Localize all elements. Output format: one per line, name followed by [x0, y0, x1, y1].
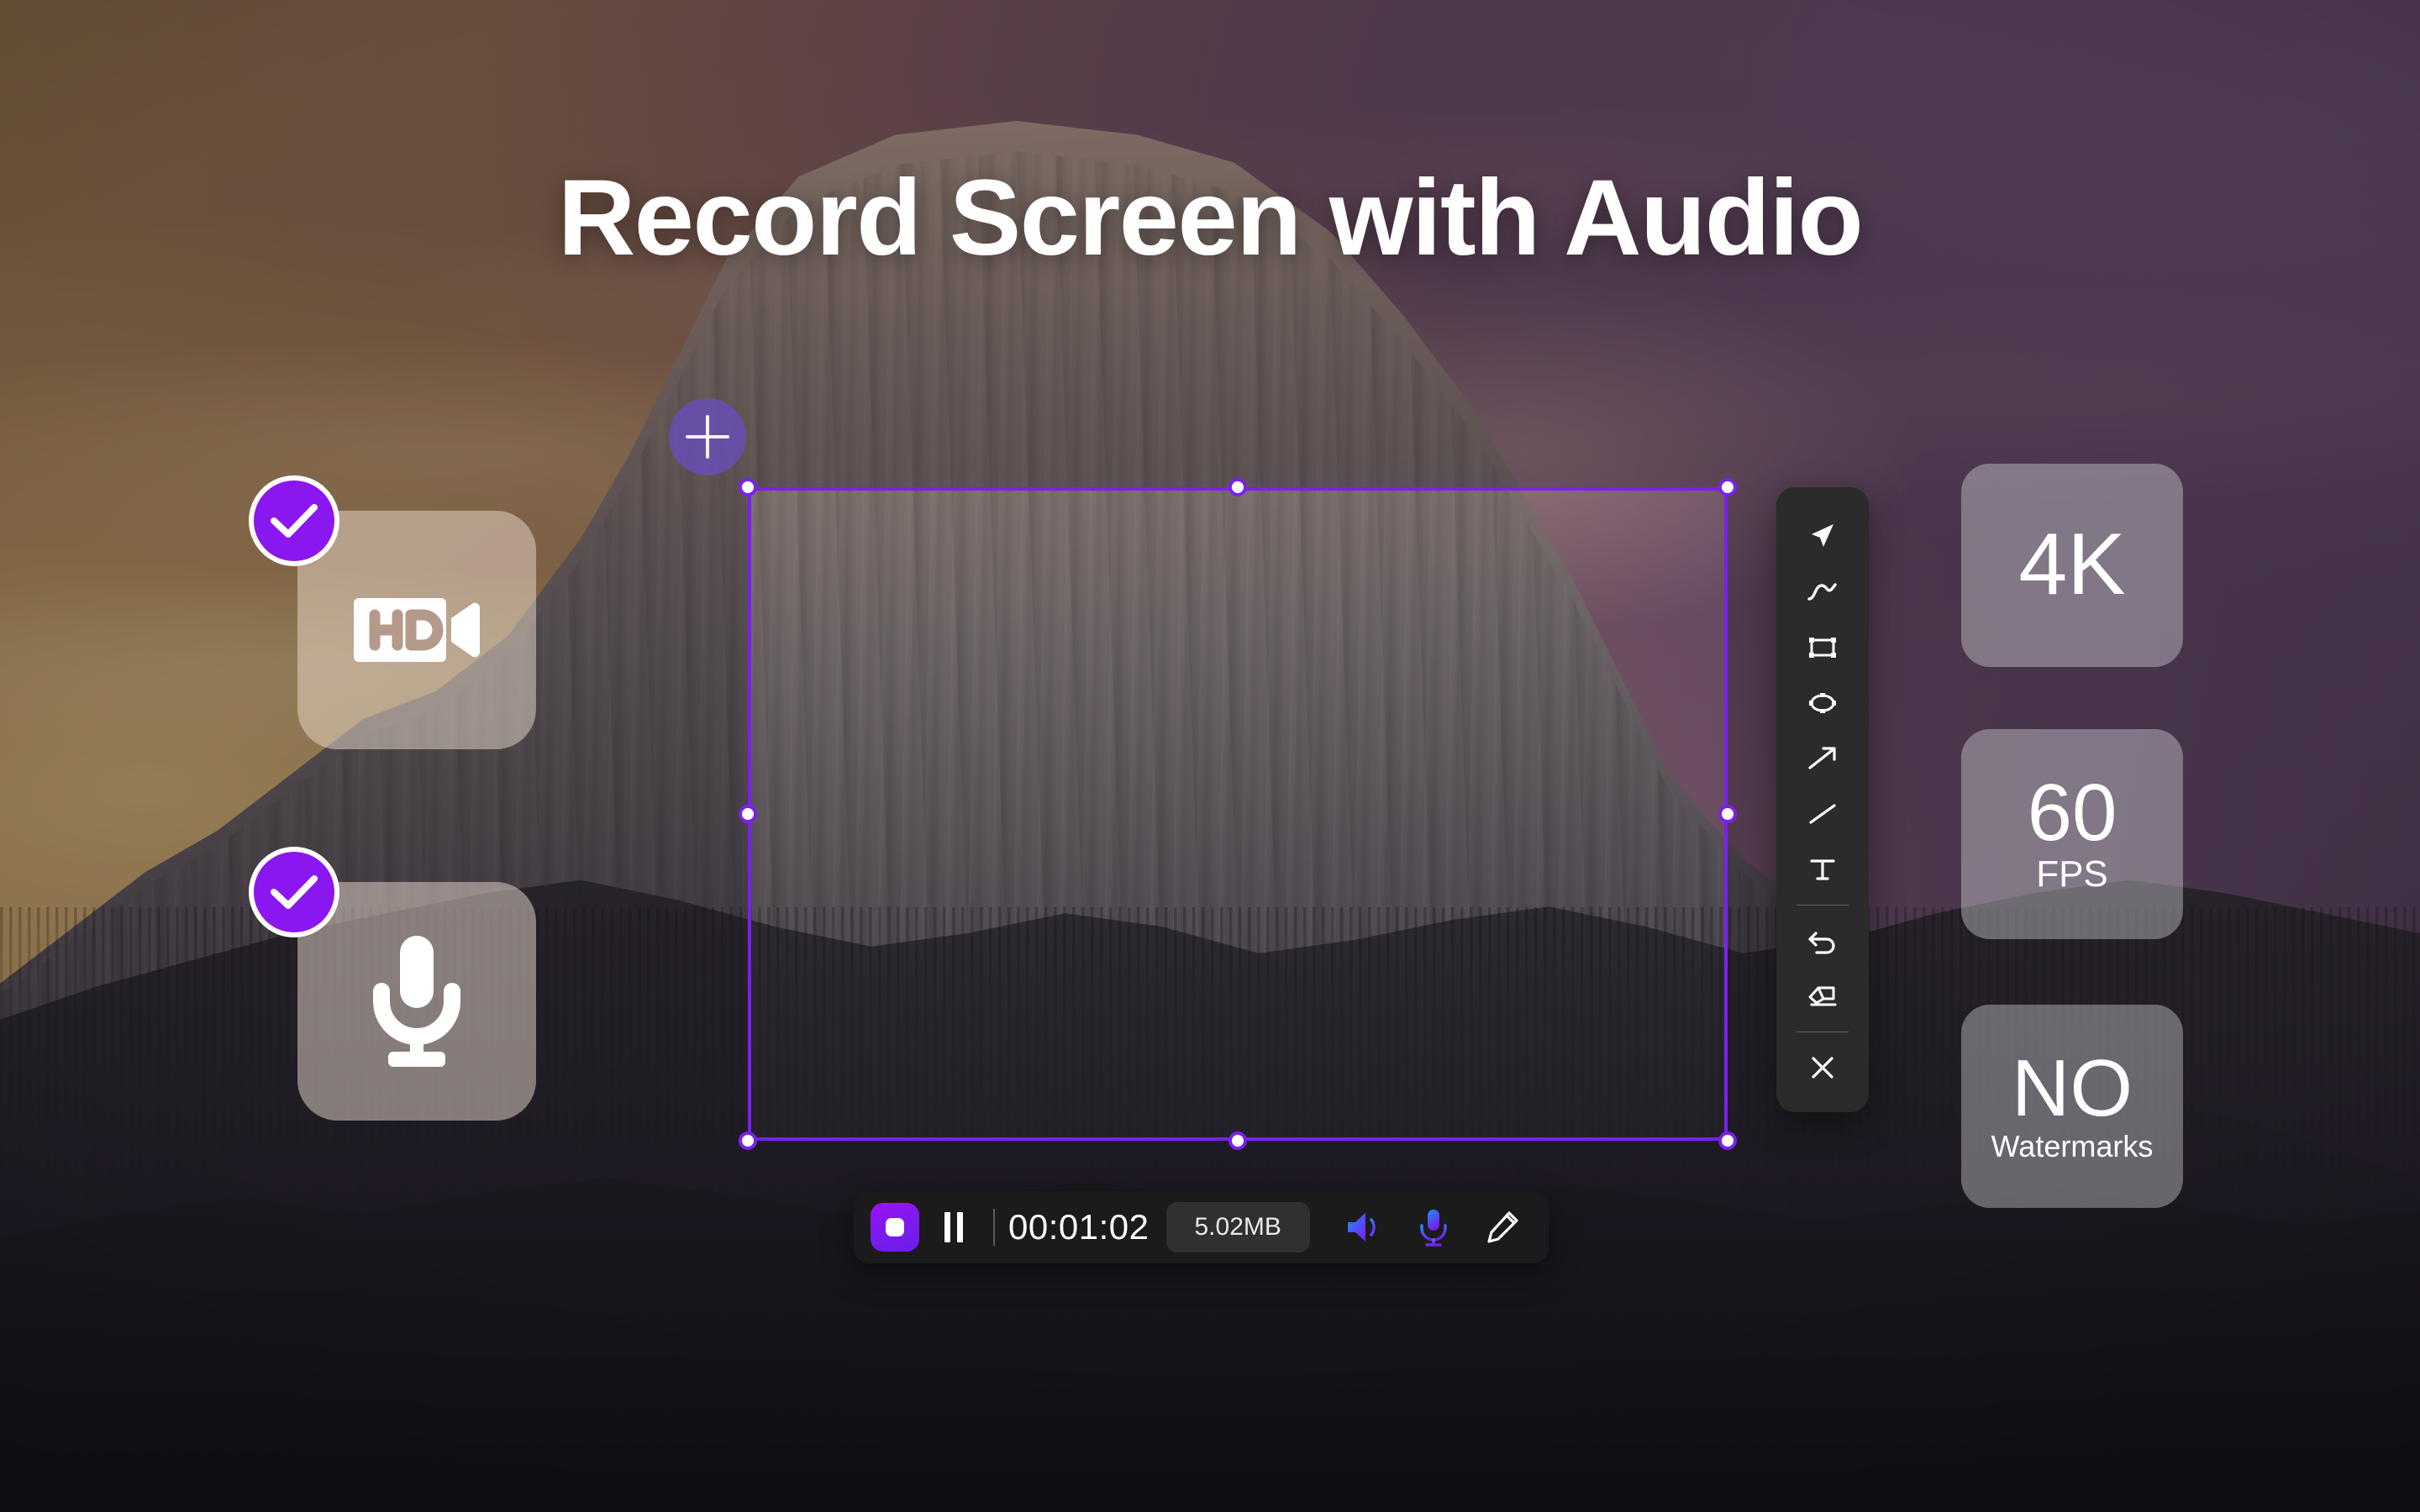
- tool-rectangle[interactable]: [1791, 620, 1854, 675]
- check-icon: [271, 504, 318, 538]
- spec-badge-framerate-value: 60: [2027, 767, 2118, 858]
- spec-badge-resolution-value: 4K: [2018, 516, 2126, 614]
- resize-handle-middle-left[interactable]: [739, 805, 757, 823]
- tool-text[interactable]: [1791, 842, 1854, 897]
- hd-video-camera-icon: [354, 598, 480, 662]
- speaker-volume-icon: [1347, 1213, 1376, 1242]
- feature-card-microphone[interactable]: [297, 882, 536, 1121]
- eraser-icon: [1808, 986, 1837, 1006]
- resize-handle-bottom-right[interactable]: [1718, 1131, 1737, 1150]
- feature-card-hd[interactable]: [297, 511, 536, 749]
- close-icon: [1812, 1057, 1833, 1079]
- microphone-toggle[interactable]: [1409, 1203, 1458, 1252]
- spec-badge-watermark-label: Watermarks: [1991, 1129, 2154, 1164]
- control-bar-divider: [993, 1209, 995, 1246]
- toolbar-close-button[interactable]: [1791, 1040, 1854, 1095]
- screen-recorder-promo-screen: Record Screen with Audio 4K 60 FPS NO Wa…: [0, 0, 2420, 1512]
- resize-handle-top-right[interactable]: [1718, 478, 1737, 496]
- spec-badge-watermark-value: NO: [2012, 1043, 2133, 1134]
- stop-icon: [886, 1218, 904, 1236]
- resize-handle-bottom-left[interactable]: [739, 1131, 757, 1150]
- rectangle-icon: [1809, 638, 1836, 658]
- pause-recording-button[interactable]: [928, 1203, 980, 1252]
- resize-handle-middle-right[interactable]: [1718, 805, 1737, 823]
- ellipse-icon: [1809, 693, 1836, 713]
- spec-badge-framerate-unit: FPS: [2036, 853, 2108, 895]
- resize-handle-top-left[interactable]: [739, 478, 757, 496]
- spec-badge-watermark: NO Watermarks: [1961, 1005, 2183, 1208]
- toolbar-divider-1: [1797, 905, 1849, 906]
- text-icon: [1810, 859, 1835, 880]
- tool-cursor-arrow[interactable]: [1791, 509, 1854, 564]
- tool-line[interactable]: [1791, 786, 1854, 842]
- undo-icon: [1808, 932, 1835, 954]
- cursor-arrow-icon: [1812, 524, 1833, 547]
- pencil-edit-icon: [1487, 1211, 1518, 1243]
- stop-recording-button[interactable]: [871, 1203, 919, 1252]
- pause-icon: [944, 1212, 963, 1242]
- annotation-toolbar: [1776, 487, 1869, 1112]
- resize-handle-bottom-center[interactable]: [1228, 1131, 1247, 1150]
- microphone-icon: [373, 936, 460, 1067]
- tool-arrow[interactable]: [1791, 731, 1854, 786]
- plus-icon[interactable]: [669, 398, 746, 475]
- recording-control-bar: 00:01:02 5.02MB: [854, 1191, 1549, 1263]
- spec-badge-framerate: 60 FPS: [1961, 729, 2183, 939]
- feature-check-badge-hd: [249, 475, 339, 566]
- resize-handle-top-center[interactable]: [1228, 478, 1247, 496]
- annotate-toggle[interactable]: [1478, 1203, 1527, 1252]
- arrow-icon: [1808, 747, 1836, 769]
- spec-badge-resolution: 4K: [1961, 464, 2183, 667]
- tool-undo[interactable]: [1791, 913, 1854, 969]
- line-icon: [1809, 804, 1836, 824]
- check-icon: [271, 875, 318, 909]
- tool-ellipse[interactable]: [1791, 675, 1854, 731]
- recording-timer: 00:01:02: [1008, 1207, 1150, 1247]
- feature-check-badge-microphone: [249, 847, 339, 937]
- control-bar-icon-group: [1340, 1203, 1527, 1252]
- recording-file-size: 5.02MB: [1165, 1202, 1310, 1252]
- system-audio-toggle[interactable]: [1340, 1203, 1389, 1252]
- tool-eraser[interactable]: [1791, 969, 1854, 1024]
- page-title: Record Screen with Audio: [557, 158, 1864, 278]
- microphone-icon: [1420, 1210, 1447, 1247]
- pen-curve-icon: [1807, 583, 1837, 601]
- tool-pen-curve[interactable]: [1791, 564, 1854, 620]
